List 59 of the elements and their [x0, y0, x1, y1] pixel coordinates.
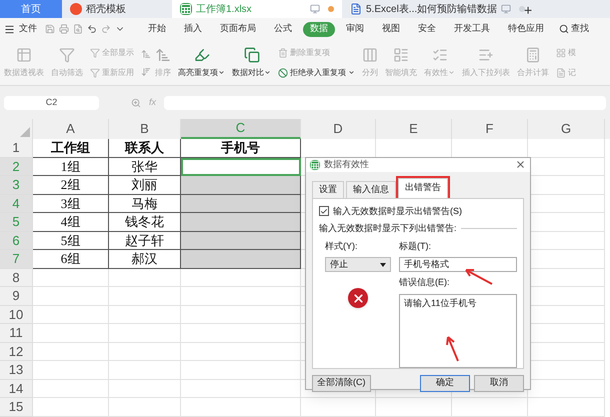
formula-label: fx	[149, 96, 156, 110]
column-header[interactable]: D	[301, 119, 376, 139]
row-header[interactable]: 10	[0, 306, 33, 324]
section-label: 输入无效数据时显示下列出错警告:	[319, 222, 457, 235]
message-field[interactable]: 请输入11位手机号	[399, 294, 517, 368]
row-header[interactable]: 9	[0, 287, 33, 306]
dialog-tab[interactable]: 出错警告	[398, 178, 448, 198]
menu-tab[interactable]: 开发工具	[447, 22, 497, 36]
table-cell: 5组	[33, 232, 109, 250]
menu-tab[interactable]: 特色应用	[501, 22, 551, 36]
column-header[interactable]: A	[33, 119, 109, 139]
table-cell: 1组	[33, 158, 109, 176]
table-cell: 手机号	[181, 139, 301, 158]
column-header[interactable]: E	[376, 119, 452, 139]
menu-tab[interactable]: 审阅	[339, 22, 371, 36]
table-cell: 3组	[33, 194, 109, 213]
ribbon-button[interactable]: 数据对比	[232, 40, 271, 85]
table-cell: 4组	[33, 213, 109, 232]
field-label: 样式(Y):	[325, 240, 358, 253]
table-cell: 6组	[33, 250, 109, 268]
cancel-button[interactable]: 取消	[474, 374, 524, 392]
field-label: 标题(T):	[399, 240, 431, 253]
menu-tab[interactable]: 插入	[177, 22, 209, 36]
menu-tab[interactable]: 页面布局	[213, 22, 263, 36]
ribbon-button[interactable]: 高亮重复项	[178, 40, 225, 85]
document-tab[interactable]: 工作簿1.xlsx	[172, 0, 342, 18]
error-alert-checkbox[interactable]: 输入无效数据时显示出错警告(S)	[319, 204, 517, 218]
row-header[interactable]: 13	[0, 361, 33, 380]
row-header[interactable]: 8	[0, 268, 33, 287]
document-tab[interactable]: 首页	[0, 0, 62, 18]
field-label: 错误信息(E):	[399, 276, 450, 289]
dialog-tab[interactable]: 设置	[312, 180, 344, 198]
row-header[interactable]: 14	[0, 380, 33, 398]
table-cell: 2组	[33, 176, 109, 194]
column-header[interactable]: G	[528, 119, 605, 139]
row-header[interactable]: 11	[0, 324, 33, 342]
menu-tab[interactable]: 安全	[411, 22, 443, 36]
file-menu[interactable]: 文件	[4, 22, 41, 36]
title-field[interactable]: 手机号格式	[399, 257, 517, 272]
table-cell: 工作组	[33, 139, 109, 158]
row-header[interactable]: 15	[0, 398, 33, 416]
row-header[interactable]: 1	[0, 139, 33, 158]
search-button[interactable]: 查找	[559, 22, 589, 36]
table-cell: 联系人	[109, 139, 181, 158]
clear-all-button[interactable]: 全部清除(C)	[312, 374, 370, 392]
column-header[interactable]: F	[452, 119, 528, 139]
name-box[interactable]: C2	[4, 96, 99, 110]
row-header[interactable]: 12	[0, 342, 33, 361]
new-tab-button[interactable]: +	[512, 0, 544, 18]
menu-tab[interactable]: 公式	[267, 22, 299, 36]
dialog-title: 数据有效性	[324, 158, 369, 171]
menu-tab[interactable]: 视图	[375, 22, 407, 36]
ribbon-button[interactable]: 拒绝录入重复项	[278, 66, 355, 78]
style-dropdown[interactable]: 停止	[325, 257, 391, 272]
menu-tab[interactable]: 开始	[141, 22, 173, 36]
table-cell: 张华	[109, 158, 181, 176]
dialog-tab[interactable]: 输入信息	[346, 180, 396, 198]
ok-button[interactable]: 确定	[420, 374, 470, 392]
menu-tab[interactable]: 数据	[303, 22, 335, 36]
